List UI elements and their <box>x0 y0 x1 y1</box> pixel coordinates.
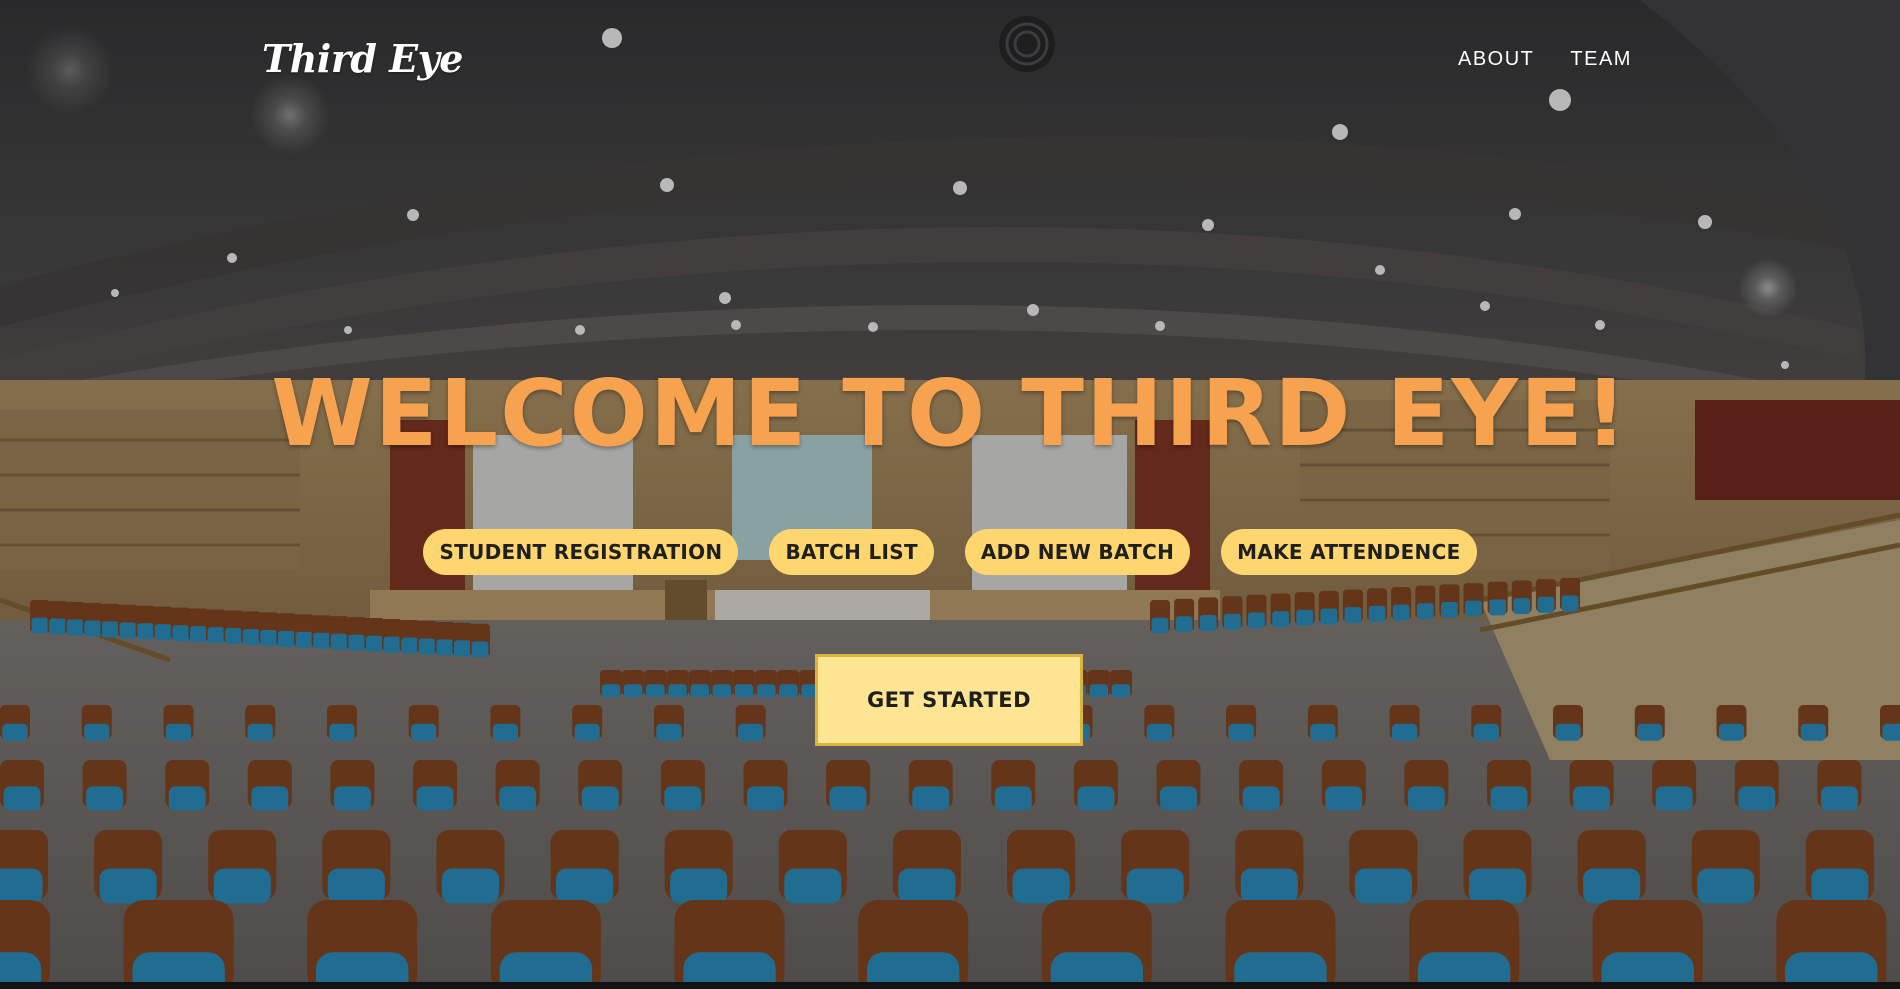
batch-list-button[interactable]: BATCH LIST <box>769 529 934 575</box>
hero-headline: WELCOME TO THIRD EYE! <box>271 360 1629 467</box>
nav-link-about[interactable]: ABOUT <box>1458 48 1534 71</box>
make-attendence-button[interactable]: MAKE ATTENDENCE <box>1221 529 1477 575</box>
action-buttons: STUDENT REGISTRATION BATCH LIST ADD NEW … <box>0 529 1900 575</box>
top-navbar: Third Eye ABOUT TEAM <box>0 0 1900 120</box>
brand-logo[interactable]: Third Eye <box>262 36 463 81</box>
background-overlay <box>0 0 1900 989</box>
get-started-button[interactable]: GET STARTED <box>815 654 1083 746</box>
hero-section: Third Eye ABOUT TEAM WELCOME TO THIRD EY… <box>0 0 1900 989</box>
nav-links: ABOUT TEAM <box>1458 48 1632 71</box>
student-registration-button[interactable]: STUDENT REGISTRATION <box>423 529 739 575</box>
nav-link-team[interactable]: TEAM <box>1570 48 1632 71</box>
add-new-batch-button[interactable]: ADD NEW BATCH <box>964 529 1191 575</box>
